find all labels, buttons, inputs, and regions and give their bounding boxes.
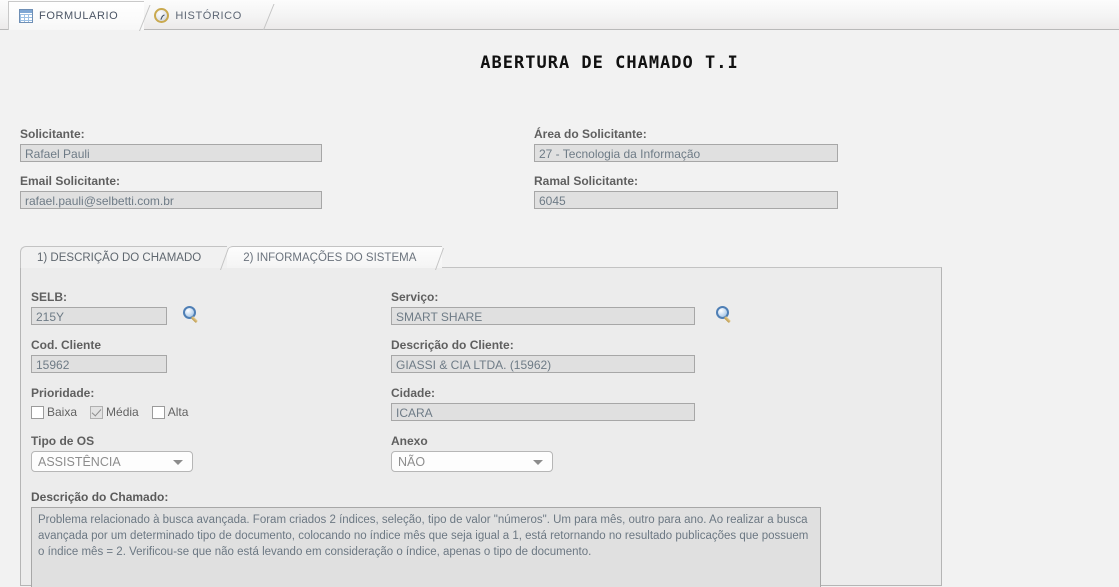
checkbox-baixa-label: Baixa (47, 405, 78, 419)
field-descricao-cliente-label: Descrição do Cliente: (391, 338, 514, 352)
chevron-down-icon (533, 459, 543, 465)
window-tab-bar: FORMULARIO HISTÓRICO (0, 0, 1119, 30)
tab-historico[interactable]: HISTÓRICO (144, 1, 268, 30)
window-tab-list: FORMULARIO HISTÓRICO (8, 0, 268, 30)
chevron-down-icon (173, 459, 183, 465)
checkbox-baixa-box[interactable] (31, 405, 44, 419)
page-title: ABERTURA DE CHAMADO T.I (480, 53, 739, 73)
panel-tab-list: 1) DESCRIÇÃO DO CHAMADO 2) INFORMAÇÕES D… (20, 246, 443, 268)
clock-icon (154, 8, 170, 23)
prioridade-checkbox-group: Baixa Média Alta (31, 405, 197, 419)
checkbox-alta-label: Alta (167, 405, 189, 419)
field-tipo-de-os-label: Tipo de OS (31, 434, 95, 448)
tipo-de-os-value: ASSISTÊNCIA (38, 454, 121, 469)
selb-input[interactable]: 215Y (31, 307, 167, 325)
field-email-solicitante-label: Email Solicitante: (20, 174, 121, 188)
field-cod-cliente-label: Cod. Cliente (31, 338, 102, 352)
checkbox-media-label: Média (106, 405, 139, 419)
servico-input[interactable]: SMART SHARE (391, 307, 695, 325)
selb-search-icon[interactable] (183, 306, 200, 324)
checkbox-prioridade-alta[interactable]: Alta (151, 405, 189, 419)
field-cidade-label: Cidade: (391, 386, 436, 400)
checkbox-media-box[interactable] (90, 405, 104, 419)
tab-descricao-do-chamado[interactable]: 1) DESCRIÇÃO DO CHAMADO (20, 246, 228, 268)
field-cidade: Cidade: ICARA (391, 386, 695, 421)
anexo-value: NÃO (398, 454, 426, 469)
field-prioridade-label: Prioridade: (31, 386, 95, 400)
descricao-chamado-textarea[interactable]: Problema relacionado à busca avançada. F… (31, 507, 821, 587)
descricao-do-chamado-panel: SELB: 215Y Serviço: SMART SHARE Cod. Cli… (20, 267, 942, 587)
field-area-solicitante-label: Área do Solicitante: (534, 127, 647, 141)
tab-historico-label: HISTÓRICO (175, 9, 242, 22)
checkbox-alta-box[interactable] (151, 405, 165, 419)
area-solicitante-input[interactable]: 27 - Tecnologia da Informação (534, 144, 838, 162)
field-ramal-solicitante-label: Ramal Solicitante: (534, 174, 639, 188)
email-solicitante-input[interactable]: rafael.pauli@selbetti.com.br (20, 191, 322, 209)
field-solicitante-label: Solicitante: (20, 127, 85, 141)
field-selb-label: SELB: (31, 290, 67, 304)
field-descricao-cliente: Descrição do Cliente: GIASSI & CIA LTDA.… (391, 338, 695, 373)
descricao-cliente-input[interactable]: GIASSI & CIA LTDA. (15962) (391, 355, 695, 373)
checkbox-prioridade-media[interactable]: Média (90, 405, 139, 419)
cod-cliente-input[interactable]: 15962 (31, 355, 167, 373)
field-descricao-chamado-label: Descrição do Chamado: (31, 490, 169, 504)
field-servico-label: Serviço: (391, 290, 439, 304)
grid-icon (19, 9, 33, 23)
field-email-solicitante: Email Solicitante: rafael.pauli@selbetti… (20, 174, 322, 209)
tab-formulario-label: FORMULARIO (39, 10, 119, 22)
field-tipo-de-os: Tipo de OS ASSISTÊNCIA (31, 434, 193, 472)
tab-informacoes-do-sistema-label: 2) INFORMAÇÕES DO SISTEMA (243, 251, 417, 264)
anexo-select[interactable]: NÃO (391, 451, 553, 472)
field-ramal-solicitante: Ramal Solicitante: 6045 (534, 174, 838, 209)
ramal-solicitante-input[interactable]: 6045 (534, 191, 838, 209)
field-area-solicitante: Área do Solicitante: 27 - Tecnologia da … (534, 127, 838, 162)
checkbox-prioridade-baixa[interactable]: Baixa (31, 405, 77, 419)
field-solicitante: Solicitante: Rafael Pauli (20, 127, 322, 162)
tipo-de-os-select[interactable]: ASSISTÊNCIA (31, 451, 193, 472)
field-anexo-label: Anexo (391, 434, 428, 448)
tab-descricao-do-chamado-label: 1) DESCRIÇÃO DO CHAMADO (37, 251, 202, 264)
field-prioridade: Prioridade: Baixa Média Alta (31, 386, 197, 419)
cidade-input[interactable]: ICARA (391, 403, 695, 421)
tab-informacoes-do-sistema[interactable]: 2) INFORMAÇÕES DO SISTEMA (227, 246, 443, 268)
field-selb: SELB: 215Y (31, 290, 167, 325)
field-anexo: Anexo NÃO (391, 434, 553, 472)
tab-formulario[interactable]: FORMULARIO (8, 1, 145, 30)
solicitante-input[interactable]: Rafael Pauli (20, 144, 322, 162)
field-servico: Serviço: SMART SHARE (391, 290, 695, 325)
servico-search-icon[interactable] (716, 306, 733, 324)
field-cod-cliente: Cod. Cliente 15962 (31, 338, 167, 373)
